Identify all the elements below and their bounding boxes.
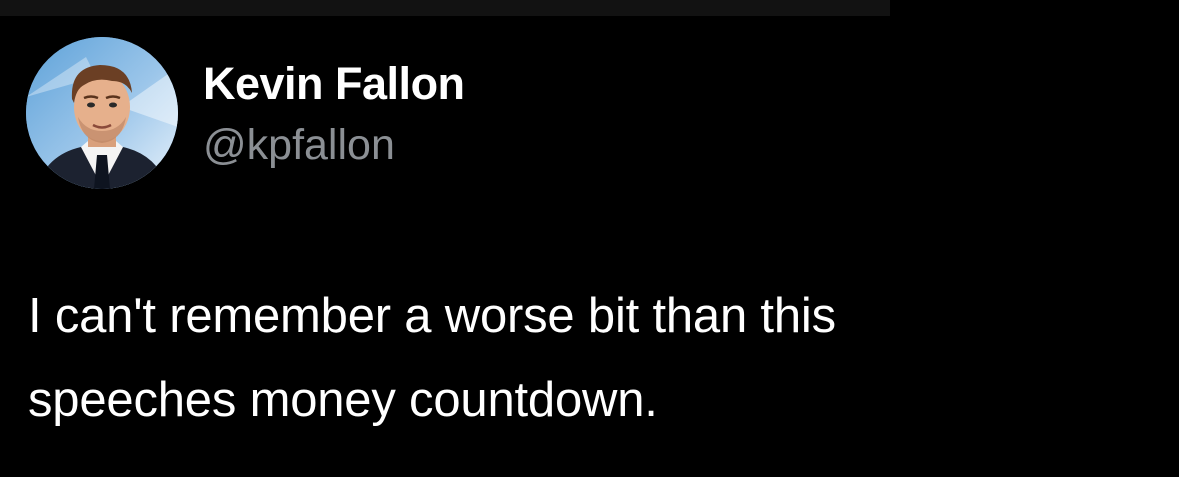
tweet-body: I can't remember a worse bit than this s… (28, 274, 1148, 442)
tweet-card[interactable]: Kevin Fallon @kpfallon I can't remember … (0, 0, 1179, 477)
tweet-text-line: I can't remember a worse bit than this (28, 289, 836, 343)
profile-avatar-icon (26, 37, 178, 189)
tweet-text-line: speeches money countdown. (28, 373, 658, 427)
author-display-name[interactable]: Kevin Fallon (203, 58, 465, 110)
author-handle[interactable]: @kpfallon (203, 119, 395, 171)
author-avatar[interactable] (26, 37, 178, 189)
